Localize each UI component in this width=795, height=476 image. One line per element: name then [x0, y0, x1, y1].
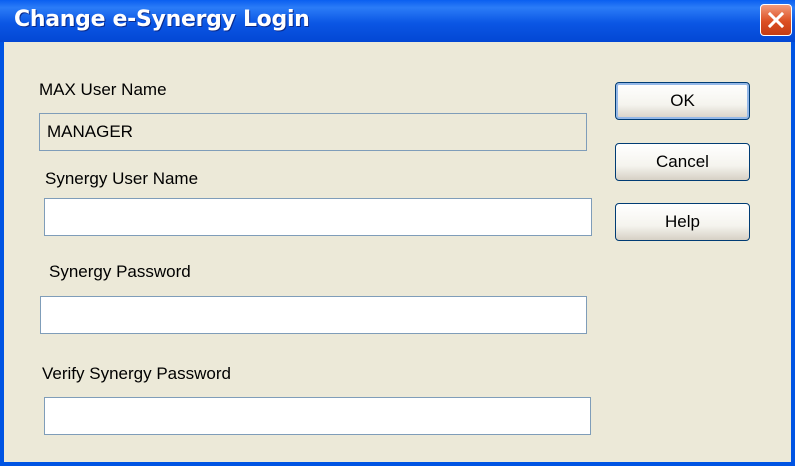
close-button[interactable]: [760, 4, 792, 36]
verify-synergy-password-label: Verify Synergy Password: [42, 364, 231, 383]
background-strip: [0, 466, 795, 476]
max-user-name-field: [39, 113, 587, 151]
verify-synergy-password-input[interactable]: [44, 397, 591, 435]
synergy-password-label: Synergy Password: [49, 262, 191, 281]
close-icon: [767, 11, 785, 29]
synergy-password-input[interactable]: [40, 296, 587, 334]
max-user-name-label: MAX User Name: [39, 80, 167, 99]
ok-button[interactable]: OK: [615, 82, 750, 120]
title-bar[interactable]: Change e-Synergy Login: [0, 0, 795, 42]
change-login-dialog: Change e-Synergy Login MAX User Name Syn…: [0, 0, 795, 466]
synergy-user-name-input[interactable]: [44, 198, 592, 236]
window-title: Change e-Synergy Login: [14, 7, 310, 32]
help-button[interactable]: Help: [615, 203, 750, 241]
synergy-user-name-label: Synergy User Name: [45, 169, 199, 188]
cancel-button[interactable]: Cancel: [615, 143, 750, 181]
